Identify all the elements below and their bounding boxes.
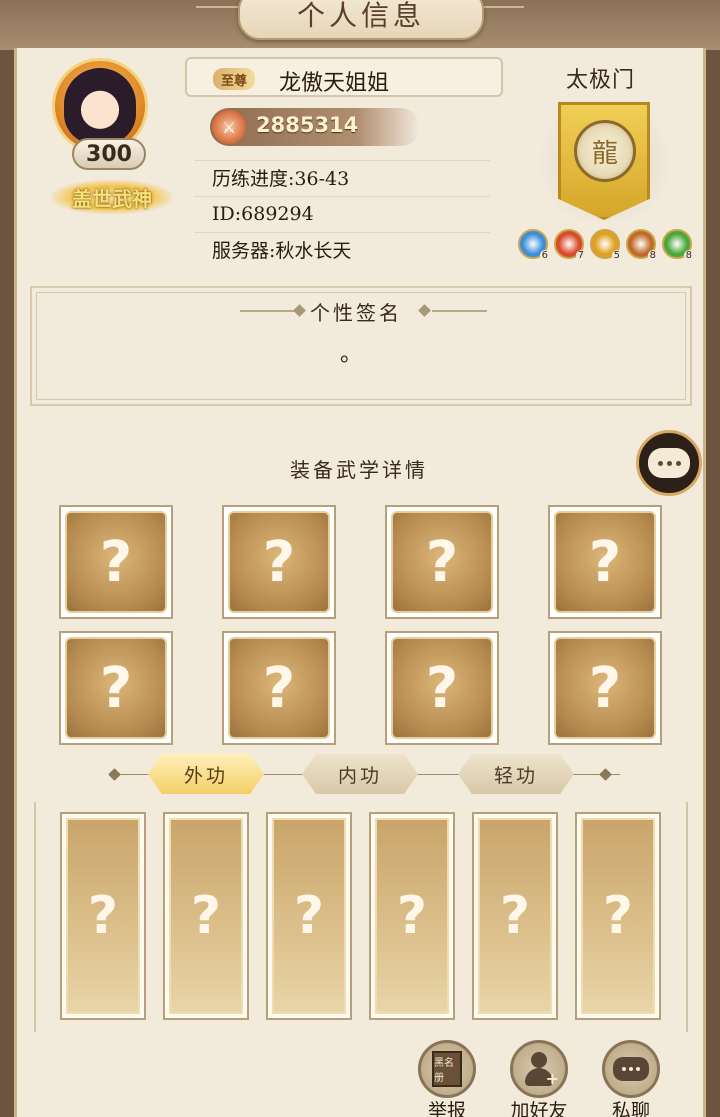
equipment-slot[interactable]: ? xyxy=(222,505,336,619)
equipment-slot[interactable]: ? xyxy=(548,505,662,619)
skill-card[interactable]: ? xyxy=(163,812,249,1020)
sect-name: 太极门 xyxy=(566,68,636,93)
wood-element-icon: 8 xyxy=(662,229,694,261)
element-value: 8 xyxy=(647,250,658,261)
book-icon-label: 黑名册 xyxy=(432,1051,462,1087)
page-title: 个人信息 xyxy=(238,0,484,40)
unknown-item-icon: ? xyxy=(554,511,656,613)
combat-power-icon: ⚔ xyxy=(212,110,246,144)
progress-info: 历练进度:36-43 xyxy=(194,160,490,194)
unknown-item-icon: ? xyxy=(554,637,656,739)
dragon-emblem-icon: 龍 xyxy=(574,120,636,182)
unknown-item-icon: ? xyxy=(391,637,493,739)
unknown-skill-icon: ? xyxy=(66,818,140,1014)
report-button[interactable]: 黑名册 举报 xyxy=(412,1040,482,1117)
equipment-slot[interactable]: ? xyxy=(385,505,499,619)
unknown-item-icon: ? xyxy=(391,511,493,613)
private-chat-label: 私聊 xyxy=(611,1100,650,1117)
sect-banner[interactable]: 龍 xyxy=(530,92,680,232)
add-friend-icon: + xyxy=(510,1040,568,1098)
element-value: 5 xyxy=(611,250,622,261)
unknown-item-icon: ? xyxy=(228,511,330,613)
unknown-skill-icon: ? xyxy=(581,818,655,1014)
gold-element-icon: 5 xyxy=(590,229,622,261)
message-icon xyxy=(602,1040,660,1098)
add-friend-label: 加好友 xyxy=(510,1100,568,1117)
unknown-skill-icon: ? xyxy=(375,818,449,1014)
report-label: 举报 xyxy=(427,1100,466,1117)
chat-bubble-icon xyxy=(648,448,690,478)
skill-card[interactable]: ? xyxy=(60,812,146,1020)
divider xyxy=(432,310,487,312)
blacklist-book-icon: 黑名册 xyxy=(418,1040,476,1098)
chat-button[interactable] xyxy=(636,430,702,496)
unknown-item-icon: ? xyxy=(228,637,330,739)
divider xyxy=(240,310,295,312)
unknown-skill-icon: ? xyxy=(272,818,346,1014)
skill-card[interactable]: ? xyxy=(266,812,352,1020)
element-value: 6 xyxy=(539,250,550,261)
element-stats: 6 7 5 8 8 xyxy=(518,229,698,263)
equipment-slot[interactable]: ? xyxy=(222,631,336,745)
tab-internal-skill[interactable]: 内功 xyxy=(302,754,418,794)
add-friend-button[interactable]: + 加好友 xyxy=(504,1040,574,1117)
player-title-badge: 盖世武神 xyxy=(52,180,172,214)
equipment-slot[interactable]: ? xyxy=(59,505,173,619)
skill-card[interactable]: ? xyxy=(472,812,558,1020)
element-value: 7 xyxy=(575,250,586,261)
combat-power-value: 2885314 xyxy=(256,113,359,137)
unknown-skill-icon: ? xyxy=(169,818,243,1014)
combat-power: ⚔ 2885314 xyxy=(210,108,420,146)
skill-card[interactable]: ? xyxy=(575,812,661,1020)
unknown-item-icon: ? xyxy=(65,637,167,739)
player-id: ID:689294 xyxy=(194,196,490,230)
tab-external-skill[interactable]: 外功 xyxy=(148,754,264,794)
private-chat-button[interactable]: 私聊 xyxy=(596,1040,666,1117)
avatar-portrait xyxy=(64,68,136,144)
signature-title: 个性签名 xyxy=(310,301,402,325)
signature-text: 。 xyxy=(340,342,363,367)
skill-card[interactable]: ? xyxy=(369,812,455,1020)
element-value: 8 xyxy=(683,250,694,261)
equipment-slot[interactable]: ? xyxy=(59,631,173,745)
fire-element-icon: 7 xyxy=(554,229,586,261)
equipment-section-title: 装备武学详情 xyxy=(290,458,428,482)
equipment-slot[interactable]: ? xyxy=(385,631,499,745)
server-info: 服务器:秋水长天 xyxy=(194,232,490,266)
tab-movement-skill[interactable]: 轻功 xyxy=(458,754,574,794)
vip-tag: 至尊 xyxy=(213,68,255,90)
unknown-item-icon: ? xyxy=(65,511,167,613)
player-name: 龙傲天姐姐 xyxy=(279,71,390,96)
player-name-box: 至尊 龙傲天姐姐 xyxy=(185,57,503,97)
level-badge: 300 xyxy=(72,138,146,170)
unknown-skill-icon: ? xyxy=(478,818,552,1014)
equipment-slot[interactable]: ? xyxy=(548,631,662,745)
water-element-icon: 6 xyxy=(518,229,550,261)
earth-element-icon: 8 xyxy=(626,229,658,261)
